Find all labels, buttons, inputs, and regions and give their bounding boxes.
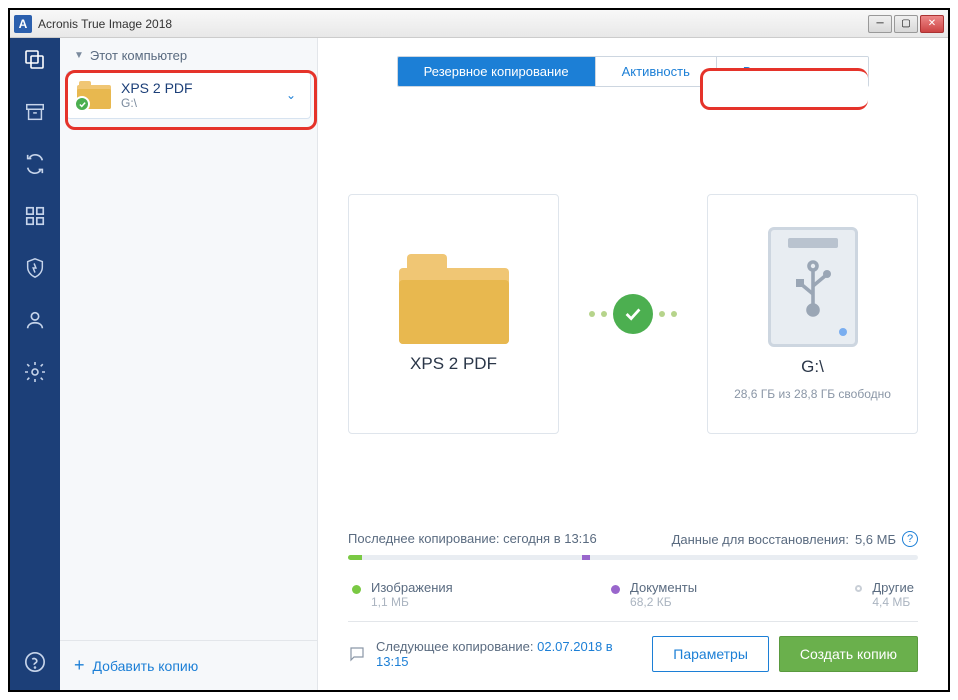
- chevron-down-icon: ▼: [74, 50, 84, 61]
- source-title: XPS 2 PDF: [410, 354, 497, 374]
- storage-bar: [348, 555, 918, 560]
- folder-icon: [399, 254, 509, 344]
- help-icon[interactable]: ?: [902, 531, 918, 547]
- source-card[interactable]: XPS 2 PDF: [348, 194, 559, 434]
- cat-value: 68,2 КБ: [630, 595, 697, 609]
- nav-backup-icon[interactable]: [21, 46, 49, 74]
- dest-subtitle: 28,6 ГБ из 28,8 ГБ свободно: [734, 387, 891, 401]
- sidebar: ▼ Этот компьютер XPS 2 PDF G:\ ⌄ + Доб: [60, 38, 318, 690]
- next-copy-label: Следующее копирование:: [376, 639, 533, 654]
- cat-value: 1,1 МБ: [371, 595, 453, 609]
- sidebar-header-label: Этот компьютер: [90, 48, 187, 63]
- backup-item-title: XPS 2 PDF: [121, 80, 276, 96]
- chevron-down-icon[interactable]: ⌄: [286, 88, 296, 102]
- close-button[interactable]: ✕: [920, 15, 944, 33]
- titlebar: A Acronis True Image 2018 ─ ▢ ✕: [10, 10, 948, 38]
- last-copy-label: Последнее копирование: сегодня в 13:16: [348, 531, 597, 547]
- folder-icon: [77, 81, 111, 109]
- plus-icon: +: [74, 655, 85, 676]
- category-images: Изображения 1,1 МБ: [352, 580, 453, 609]
- success-check-icon: [613, 294, 653, 334]
- comment-icon[interactable]: [348, 645, 366, 663]
- recovery-data-label: Данные для восстановления:: [672, 532, 849, 547]
- destination-card[interactable]: G:\ 28,6 ГБ из 28,8 ГБ свободно: [707, 194, 918, 434]
- cat-label: Изображения: [371, 580, 453, 595]
- nav-rail: [10, 38, 60, 690]
- recovery-data-value: 5,6 МБ: [855, 532, 896, 547]
- connector: [589, 294, 677, 334]
- backup-item-subtitle: G:\: [121, 96, 276, 110]
- nav-account-icon[interactable]: [21, 306, 49, 334]
- tab-activity[interactable]: Активность: [596, 57, 717, 86]
- sidebar-section-header[interactable]: ▼ Этот компьютер: [60, 38, 317, 69]
- next-copy-text: Следующее копирование: 02.07.2018 в 13:1…: [376, 639, 642, 669]
- add-copy-button[interactable]: + Добавить копию: [60, 640, 317, 690]
- add-copy-label: Добавить копию: [93, 658, 199, 674]
- nav-help-icon[interactable]: [21, 648, 49, 676]
- cat-label: Документы: [630, 580, 697, 595]
- main-content: Резервное копирование Активность Восстан…: [318, 38, 948, 690]
- nav-tools-icon[interactable]: [21, 202, 49, 230]
- tab-backup[interactable]: Резервное копирование: [398, 57, 596, 86]
- create-copy-button[interactable]: Создать копию: [779, 636, 918, 672]
- app-icon: A: [14, 15, 32, 33]
- category-docs: Документы 68,2 КБ: [611, 580, 697, 609]
- status-ok-icon: [74, 96, 90, 112]
- minimize-button[interactable]: ─: [868, 15, 892, 33]
- cat-value: 4,4 МБ: [872, 595, 914, 609]
- tab-bar: Резервное копирование Активность Восстан…: [397, 56, 870, 87]
- nav-sync-icon[interactable]: [21, 150, 49, 178]
- maximize-button[interactable]: ▢: [894, 15, 918, 33]
- cat-label: Другие: [872, 580, 914, 595]
- dest-title: G:\: [801, 357, 824, 377]
- nav-protection-icon[interactable]: [21, 254, 49, 282]
- tab-recovery[interactable]: Восстановление: [717, 57, 868, 86]
- usb-icon: [788, 258, 838, 318]
- params-button[interactable]: Параметры: [652, 636, 769, 672]
- window-title: Acronis True Image 2018: [38, 17, 868, 31]
- category-other: Другие 4,4 МБ: [855, 580, 914, 609]
- backup-list-item[interactable]: XPS 2 PDF G:\ ⌄: [66, 71, 311, 119]
- nav-archive-icon[interactable]: [21, 98, 49, 126]
- disk-icon: [768, 227, 858, 347]
- nav-settings-icon[interactable]: [21, 358, 49, 386]
